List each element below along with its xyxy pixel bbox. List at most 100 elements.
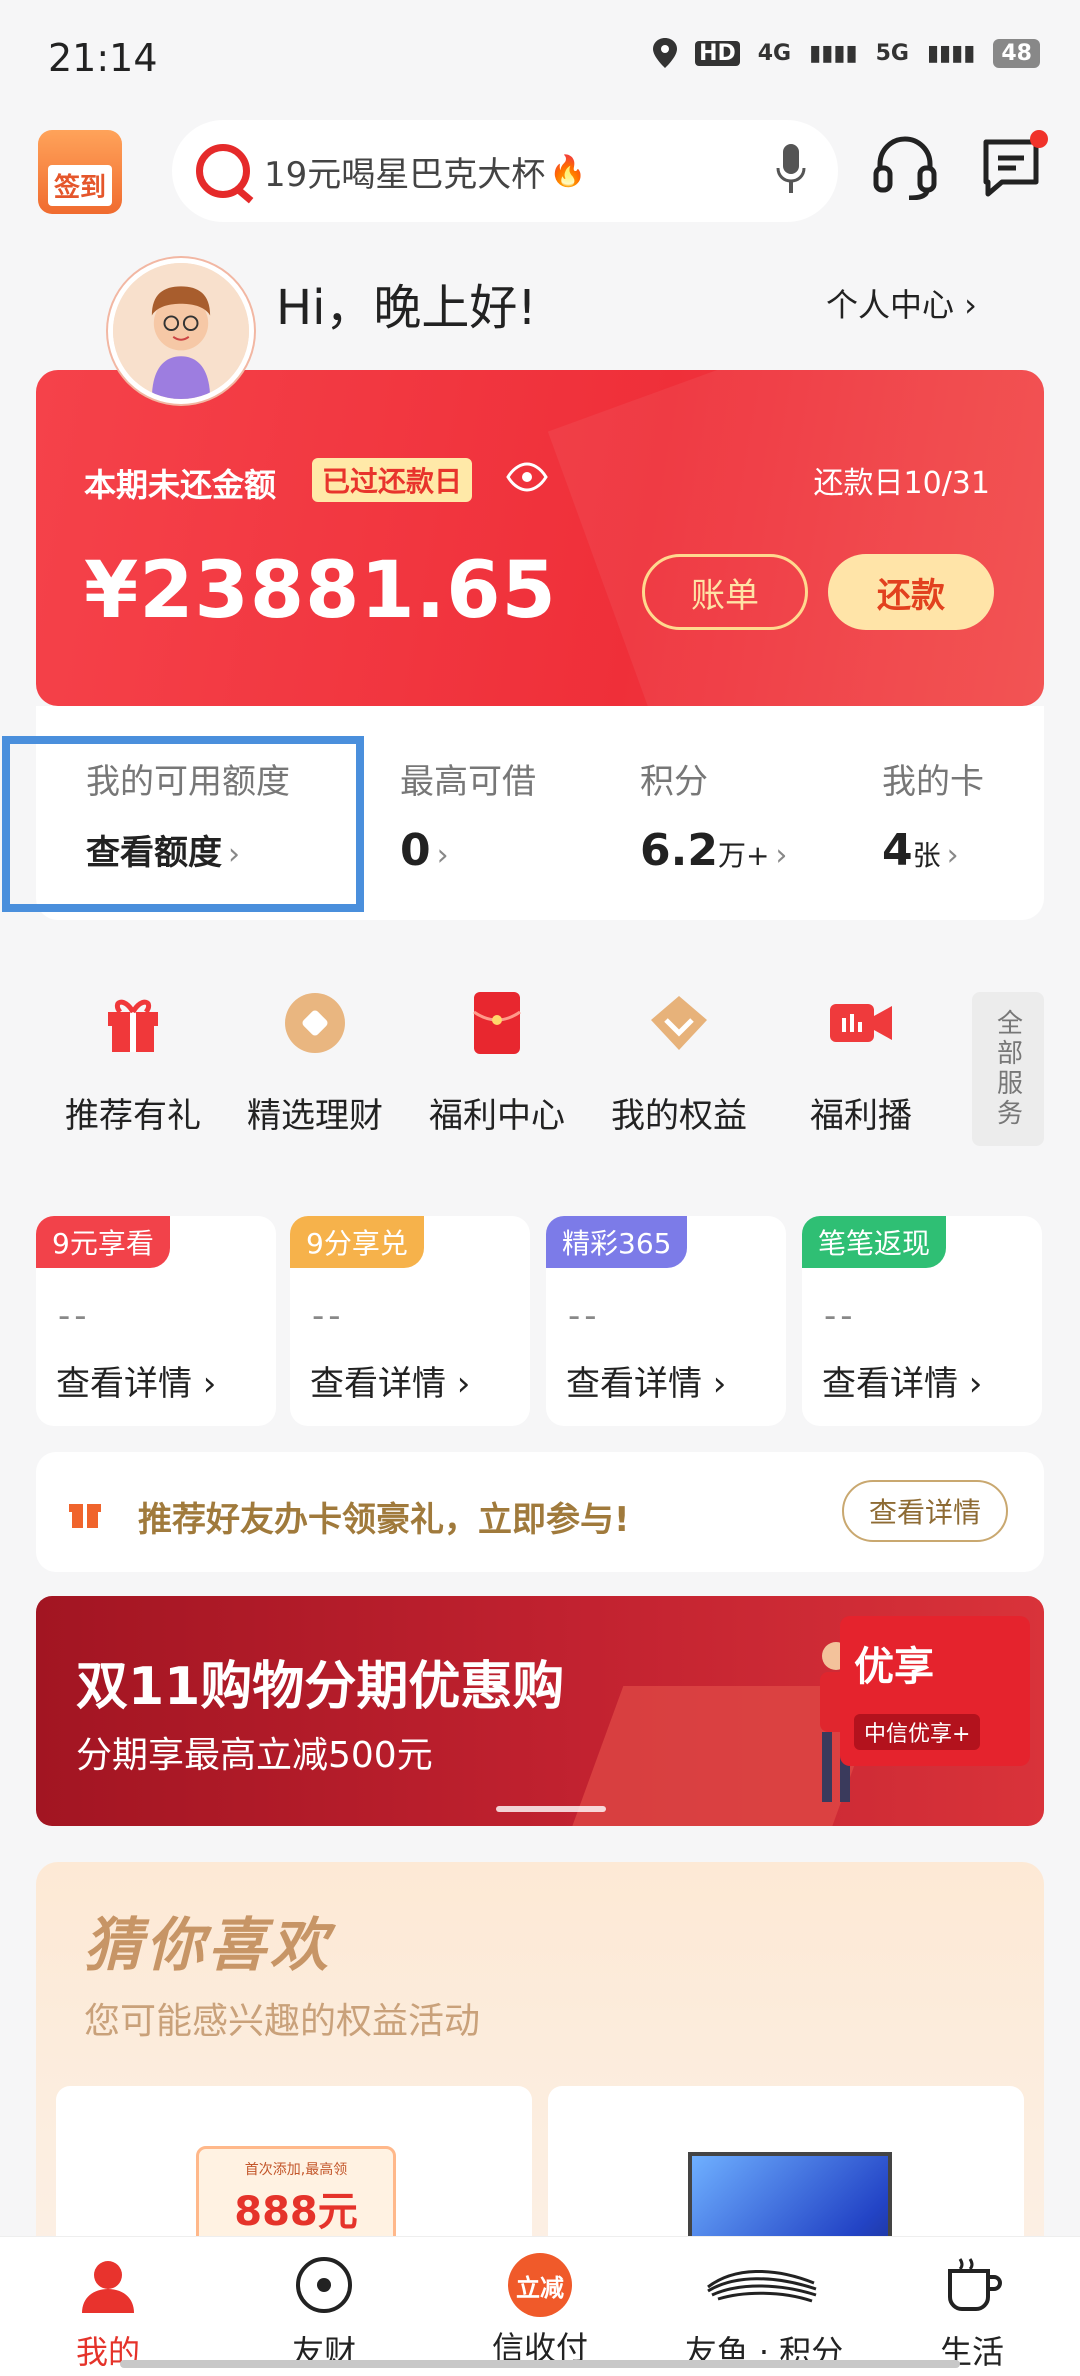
cup-icon — [948, 2258, 1002, 2311]
selection-highlight — [2, 736, 364, 912]
avatar-image — [113, 263, 249, 399]
fish-icon — [707, 2269, 817, 2303]
network-4g: 4G — [757, 40, 792, 66]
due-date: 还款日10/31 — [813, 466, 990, 501]
status-bar: 21:14 HD 4G ▮▮▮▮ 5G ▮▮▮▮ 48 — [0, 0, 1080, 110]
service-label: 福利中心 — [429, 1096, 565, 1136]
carousel-indicator — [496, 1806, 606, 1812]
promo-link[interactable]: 查看详情 › — [566, 1356, 726, 1405]
nav-item-xinshoufu[interactable]: 立减 信收付 — [440, 2253, 640, 2369]
banner-badge-sub: 中信优享+ — [854, 1714, 981, 1750]
stat-label: 我的卡 — [882, 762, 984, 802]
bill-button[interactable]: 账单 — [642, 554, 808, 630]
network-5g: 5G — [875, 40, 909, 66]
service-shortcuts: 推荐有礼 精选理财 福利中心 我的权益 福利播 — [36, 990, 1044, 1170]
stat-unit: 张 — [912, 839, 941, 872]
target-icon — [296, 2257, 352, 2313]
service-label: 推荐有礼 — [65, 1096, 201, 1136]
promo-value: -- — [312, 1296, 345, 1336]
coupon-amount: 888元 — [234, 2189, 358, 2235]
promo-tile[interactable]: 9分享兑 -- 查看详情 › — [290, 1216, 530, 1426]
coupon-note: 首次添加,最高领 — [244, 2162, 348, 2178]
bill-amount: ¥23881.65 — [84, 546, 557, 636]
signal-icon-2: ▮▮▮▮ — [926, 40, 976, 66]
signal-icon: ▮▮▮▮ — [809, 40, 858, 66]
status-time: 21:14 — [48, 36, 158, 80]
promo-tile[interactable]: 笔笔返现 -- 查看详情 › — [802, 1216, 1042, 1426]
stat-max-loan[interactable]: 最高可借 0 › — [400, 754, 536, 876]
promo-link[interactable]: 查看详情 › — [56, 1356, 216, 1405]
signin-button[interactable]: 签到 — [38, 130, 122, 214]
stat-value: 4 — [882, 825, 913, 876]
pay-button[interactable]: 还款 — [828, 554, 994, 630]
banner-badge-text: 优享 — [854, 1644, 934, 1690]
promo-link[interactable]: 查看详情 › — [310, 1356, 470, 1405]
promo-link[interactable]: 查看详情 › — [822, 1356, 982, 1405]
gift-icon — [108, 999, 158, 1052]
nav-badge-text: 立减 — [516, 2273, 564, 2302]
promo-tile[interactable]: 9元享看 -- 查看详情 › — [36, 1216, 276, 1426]
battery-icon: 48 — [993, 38, 1040, 68]
unread-dot — [1030, 130, 1048, 148]
coin-icon — [285, 993, 345, 1053]
service-welfare[interactable]: 福利中心 — [412, 990, 582, 1137]
promo-tag: 精彩365 — [546, 1216, 688, 1268]
stat-label: 积分 — [640, 762, 708, 802]
home-indicator — [120, 2360, 960, 2368]
flame-icon: 🔥 — [549, 153, 587, 189]
service-label: 精选理财 — [247, 1096, 383, 1136]
stat-my-cards[interactable]: 我的卡 4张 › — [882, 754, 984, 876]
eye-icon[interactable] — [506, 462, 548, 492]
recommend-subtitle: 您可能感兴趣的权益活动 — [84, 2001, 481, 2042]
stat-unit: 万+ — [717, 839, 770, 872]
location-icon — [653, 38, 678, 68]
promo-value: -- — [568, 1296, 601, 1336]
recommend-title: 猜你喜欢 — [84, 1911, 333, 1979]
avatar[interactable] — [108, 258, 254, 404]
message-button[interactable] — [978, 130, 1048, 200]
video-camera-icon — [830, 1004, 892, 1042]
stat-value: 0 — [400, 825, 431, 876]
referral-detail-button[interactable]: 查看详情 — [842, 1480, 1008, 1542]
discount-badge-icon: 立减 — [508, 2253, 572, 2317]
nav-item-life[interactable]: 生活 — [872, 2253, 1072, 2373]
red-envelope-icon — [473, 992, 521, 1054]
search-icon — [196, 144, 250, 198]
status-icons: HD 4G ▮▮▮▮ 5G ▮▮▮▮ 48 — [653, 38, 1040, 68]
search-bar[interactable]: 19元喝星巴克大杯 🔥 — [172, 120, 838, 222]
promo-tag: 9元享看 — [36, 1216, 170, 1268]
customer-service-icon[interactable] — [872, 134, 938, 200]
chevron-right-icon: › — [436, 838, 449, 873]
greeting-text: Hi，晚上好! — [276, 280, 537, 336]
search-placeholder: 19元喝星巴克大杯 — [264, 154, 546, 195]
stat-points[interactable]: 积分 6.2万+ › — [640, 754, 787, 876]
promo-banner[interactable]: 双11购物分期优惠购 分期享最高立减500元 优享 中信优享+ — [36, 1596, 1044, 1826]
diamond-icon — [651, 996, 707, 1050]
chevron-right-icon: › — [775, 838, 788, 873]
all-services-button[interactable]: 全部服务 — [972, 992, 1044, 1146]
service-rights[interactable]: 我的权益 — [594, 990, 764, 1137]
bill-card: 本期未还金额 已过还款日 还款日10/31 ¥23881.65 账单 还款 — [36, 370, 1044, 706]
nav-item-youyu[interactable]: 友鱼 · 积分 — [664, 2253, 864, 2373]
card-shine — [547, 370, 1044, 706]
service-wealth[interactable]: 精选理财 — [230, 990, 400, 1137]
referral-bar[interactable]: 推荐好友办卡领豪礼，立即参与! 查看详情 — [36, 1452, 1044, 1572]
service-label: 我的权益 — [611, 1096, 747, 1136]
person-icon — [82, 2261, 134, 2313]
overdue-badge: 已过还款日 — [312, 458, 473, 502]
service-live[interactable]: 福利播 — [776, 990, 946, 1137]
personal-center-link[interactable]: 个人中心 › — [826, 280, 977, 326]
nav-item-mine[interactable]: 我的 — [8, 2253, 208, 2373]
promo-tag: 笔笔返现 — [802, 1216, 947, 1268]
bill-label: 本期未还金额 — [84, 466, 277, 504]
service-recommend[interactable]: 推荐有礼 — [48, 990, 218, 1137]
signin-label: 签到 — [47, 165, 112, 206]
referral-text: 推荐好友办卡领豪礼，立即参与! — [138, 1500, 630, 1540]
hd-badge: HD — [695, 40, 740, 66]
bottom-nav: 我的 友财 立减 信收付 友鱼 · 积分 生活 — [0, 2236, 1080, 2376]
microphone-icon[interactable] — [776, 144, 806, 196]
nav-item-youcai[interactable]: 友财 — [224, 2253, 424, 2373]
promo-tile[interactable]: 精彩365 -- 查看详情 › — [546, 1216, 786, 1426]
chevron-right-icon: › — [946, 838, 959, 873]
service-label: 福利播 — [810, 1096, 912, 1136]
